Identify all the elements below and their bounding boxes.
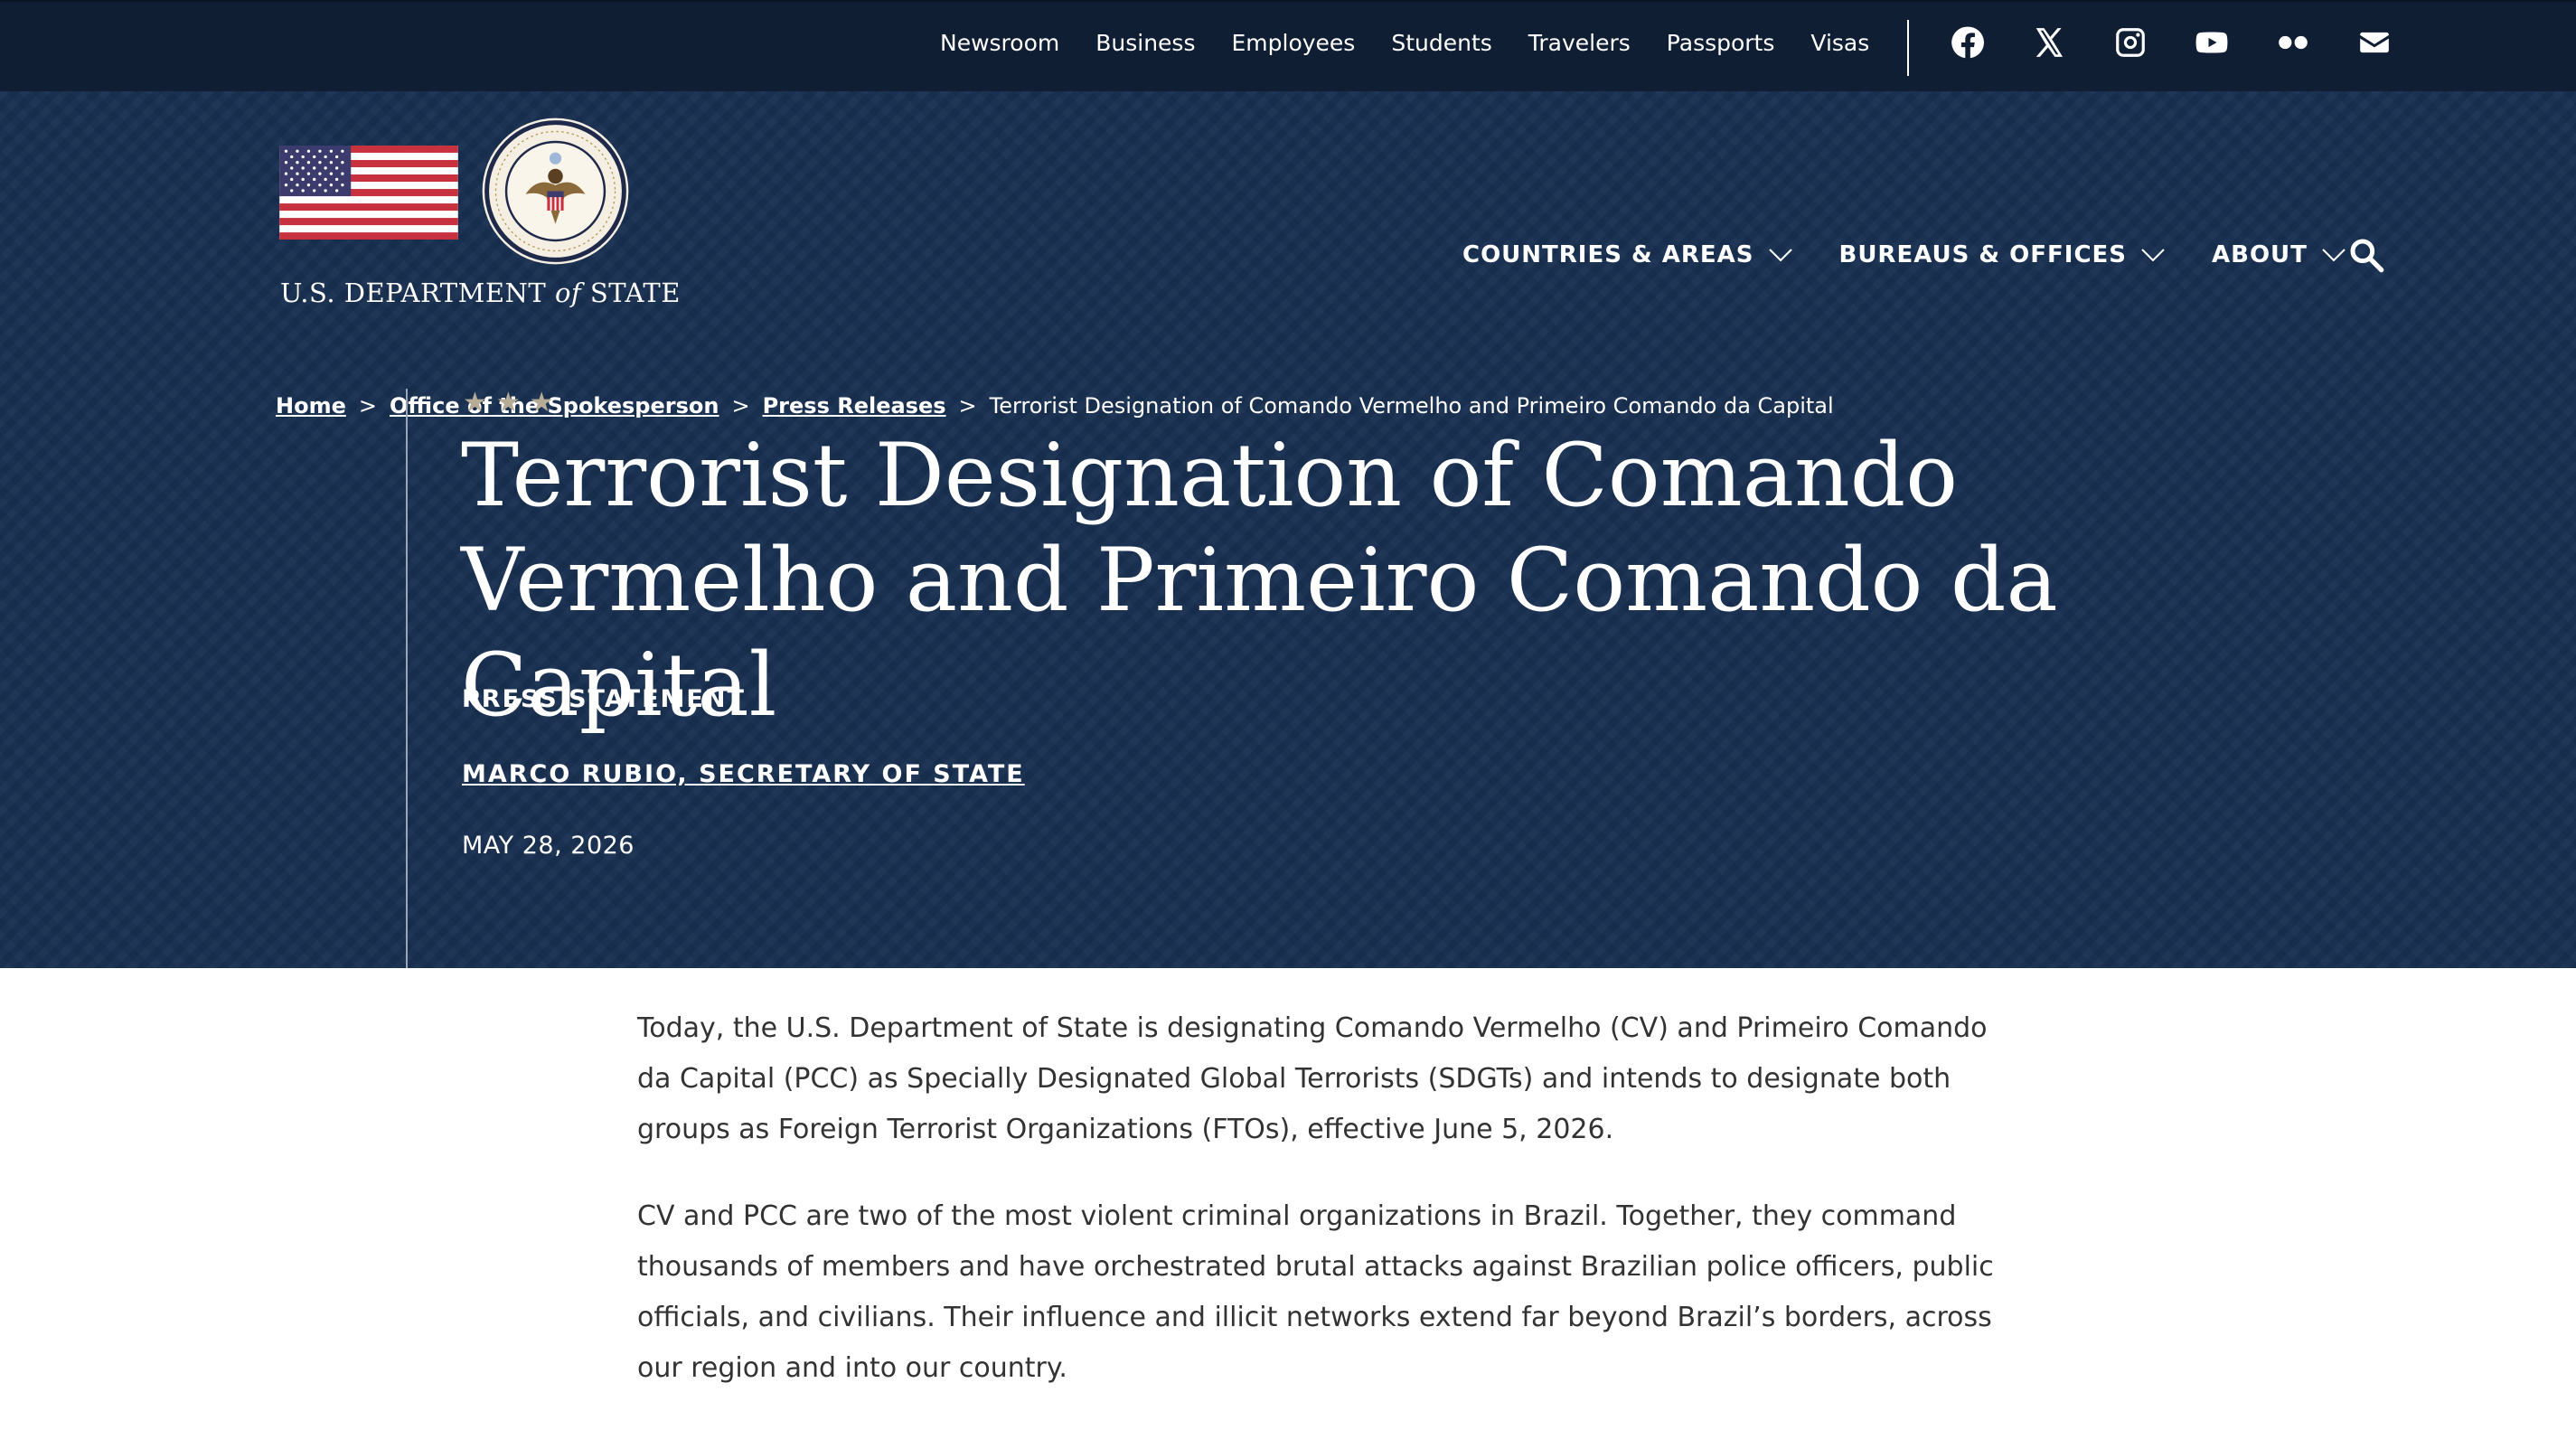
- utility-link-travelers[interactable]: Travelers: [1528, 30, 1631, 56]
- search-icon[interactable]: [2348, 237, 2384, 273]
- department-seal-logo[interactable]: [481, 117, 630, 266]
- us-flag-logo[interactable]: [278, 146, 459, 240]
- stars-decoration: ★★★: [463, 387, 563, 419]
- publish-date: MAY 28, 2026: [462, 832, 635, 860]
- main-nav: COUNTRIES & AREAS BUREAUS & OFFICES ABOU…: [1462, 241, 2393, 268]
- chevron-down-icon: [2322, 249, 2346, 262]
- utility-link-business[interactable]: Business: [1095, 30, 1195, 56]
- article-body: Today, the U.S. Department of State is d…: [637, 1003, 2011, 1430]
- utility-link-passports[interactable]: Passports: [1667, 30, 1775, 56]
- article-paragraph: Today, the U.S. Department of State is d…: [637, 1012, 1988, 1145]
- breadcrumb-press-releases[interactable]: Press Releases: [763, 393, 946, 419]
- breadcrumb-separator: >: [958, 393, 977, 419]
- breadcrumb-home[interactable]: Home: [276, 393, 346, 419]
- utility-link-visas[interactable]: Visas: [1810, 30, 1869, 56]
- department-wordmark[interactable]: U.S. DEPARTMENT of STATE: [280, 278, 681, 308]
- youtube-icon[interactable]: [2195, 25, 2229, 60]
- x-icon[interactable]: [2032, 25, 2066, 60]
- nav-countries-areas-label: COUNTRIES & AREAS: [1462, 241, 1754, 268]
- author-link[interactable]: MARCO RUBIO, SECRETARY OF STATE: [462, 760, 1025, 788]
- chevron-down-icon: [1768, 249, 1792, 262]
- utility-link-students[interactable]: Students: [1391, 30, 1491, 56]
- utility-link-newsroom[interactable]: Newsroom: [940, 30, 1059, 56]
- utility-divider: [1907, 20, 1909, 76]
- nav-bureaus-offices-label: BUREAUS & OFFICES: [1838, 241, 2128, 268]
- facebook-icon[interactable]: [1951, 25, 1985, 60]
- wordmark-text-start: U.S. DEPARTMENT: [280, 278, 555, 308]
- utility-link-employees[interactable]: Employees: [1231, 30, 1355, 56]
- wordmark-text-end: STATE: [581, 278, 681, 308]
- statement-type: PRESS STATEMENT: [462, 685, 746, 713]
- social-links: [1951, 25, 2392, 60]
- flickr-icon[interactable]: [2276, 25, 2310, 60]
- nav-about-label: ABOUT: [2212, 241, 2308, 268]
- instagram-icon[interactable]: [2113, 25, 2148, 60]
- title-accent-line: [406, 389, 408, 968]
- wordmark-text-of: of: [554, 278, 582, 308]
- nav-about[interactable]: ABOUT: [2212, 241, 2346, 268]
- utility-bar: Newsroom Business Employees Students Tra…: [0, 0, 2576, 91]
- utility-nav: Newsroom Business Employees Students Tra…: [940, 30, 1905, 56]
- chevron-down-icon: [2141, 249, 2165, 262]
- breadcrumb-separator: >: [358, 393, 377, 419]
- nav-countries-areas[interactable]: COUNTRIES & AREAS: [1462, 241, 1792, 268]
- breadcrumb-current: Terrorist Designation of Comando Vermelh…: [989, 393, 1834, 419]
- email-icon[interactable]: [2357, 25, 2392, 60]
- breadcrumb-separator: >: [731, 393, 750, 419]
- nav-bureaus-offices[interactable]: BUREAUS & OFFICES: [1839, 241, 2166, 268]
- article-paragraph: CV and PCC are two of the most violent c…: [637, 1200, 1994, 1384]
